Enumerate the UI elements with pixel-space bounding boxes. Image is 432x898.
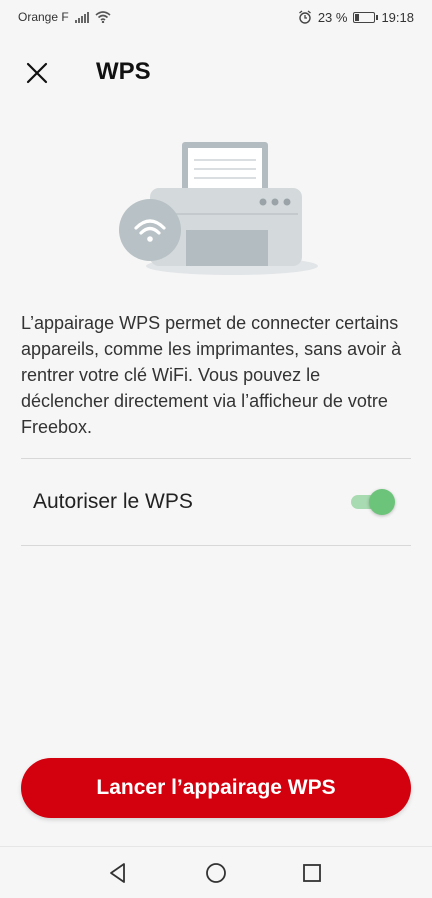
wifi-status-icon — [95, 11, 111, 23]
status-bar: Orange F 23 % 19:18 — [0, 0, 432, 34]
wps-toggle-label: Autoriser le WPS — [33, 490, 193, 513]
back-icon[interactable] — [106, 861, 130, 885]
battery-icon — [353, 11, 379, 23]
clock: 19:18 — [381, 9, 414, 25]
wps-toggle-row[interactable]: Autoriser le WPS — [21, 459, 411, 545]
header: WPS — [0, 44, 432, 100]
status-left: Orange F — [18, 10, 111, 24]
launch-wps-button[interactable]: Lancer l’appairage WPS — [21, 758, 411, 818]
alarm-icon — [298, 10, 311, 24]
close-button[interactable] — [22, 58, 52, 88]
divider-bottom — [21, 545, 411, 546]
printer-illustration — [119, 142, 318, 275]
battery-percent: 23 % — [317, 9, 348, 25]
signal-icon — [74, 11, 89, 23]
wps-description: L’appairage WPS permet de connecter cert… — [21, 313, 402, 437]
toggle-knob — [369, 489, 395, 515]
wifi-icon — [119, 199, 181, 261]
page-title: WPS — [96, 58, 151, 85]
wps-toggle-switch[interactable] — [349, 488, 395, 516]
status-right: 23 % 19:18 — [298, 10, 414, 25]
home-icon[interactable] — [204, 861, 228, 885]
navigation-bar — [0, 846, 432, 898]
carrier-name: Orange F — [18, 10, 69, 24]
close-icon — [26, 62, 48, 84]
recents-icon[interactable] — [300, 861, 324, 885]
battery-fill — [355, 13, 360, 21]
